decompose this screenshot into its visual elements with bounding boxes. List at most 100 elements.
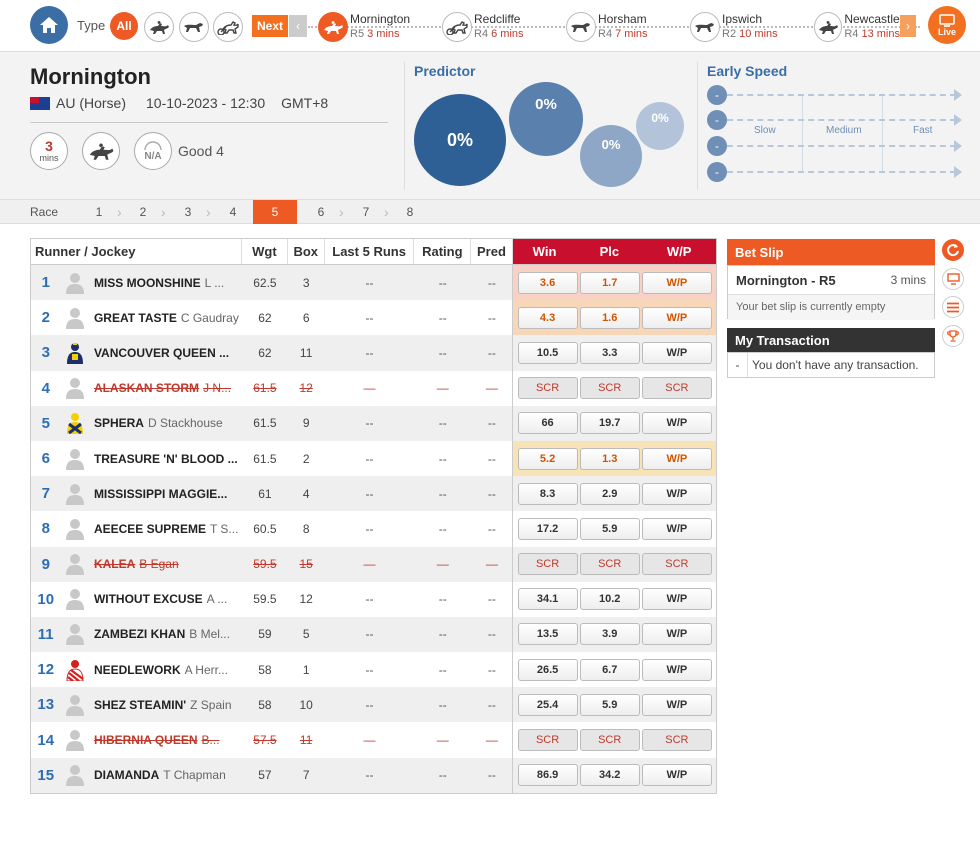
tab-race-7[interactable]: 7	[349, 200, 383, 224]
runner-name[interactable]: GREAT TASTE C Gaudray	[90, 311, 242, 325]
type-horse-button[interactable]	[144, 12, 174, 42]
place-odds-button[interactable]: 2.9	[579, 482, 640, 505]
jockey-horse-icon	[814, 12, 843, 42]
win-place-button[interactable]: W/P	[641, 306, 712, 329]
win-odds-button[interactable]: 13.5	[517, 623, 578, 646]
home-button[interactable]	[30, 6, 68, 44]
win-place-button[interactable]: W/P	[641, 517, 712, 540]
tab-race-6[interactable]: 6	[304, 200, 338, 224]
win-odds-button[interactable]: 26.5	[517, 658, 578, 681]
runner-name[interactable]: ALASKAN STORM J N...	[90, 381, 242, 395]
win-odds-button[interactable]: 8.3	[517, 482, 578, 505]
place-odds-button[interactable]: 6.7	[579, 658, 640, 681]
win-odds-button[interactable]: 66	[517, 412, 578, 435]
type-greyhound-button[interactable]	[179, 12, 209, 42]
silk-icon	[60, 483, 89, 505]
runner-name[interactable]: MISS MOONSHINE L ...	[90, 276, 242, 290]
place-odds-button[interactable]: 5.9	[579, 517, 640, 540]
list-button[interactable]	[942, 296, 964, 318]
place-odds-button[interactable]: 34.2	[579, 764, 640, 787]
runner-rating: --	[438, 662, 447, 677]
win-place-button[interactable]: W/P	[641, 447, 712, 470]
win-place-button[interactable]: W/P	[641, 658, 712, 681]
odds-cell: 25.4 5.9 W/P	[512, 687, 716, 723]
refresh-button[interactable]	[942, 239, 964, 261]
win-place-button[interactable]: W/P	[641, 271, 712, 294]
runner-name[interactable]: SPHERA D Stackhouse	[90, 416, 242, 430]
place-odds-button[interactable]: 1.3	[579, 447, 640, 470]
prev-arrow-button[interactable]: ‹	[289, 15, 307, 37]
win-place-button[interactable]: W/P	[641, 623, 712, 646]
col-wp: W/P	[642, 239, 716, 264]
jockey-name: C Gaudray	[180, 310, 239, 325]
odds-cell: 66 19.7 W/P	[512, 405, 716, 441]
win-odds-button[interactable]: 4.3	[517, 306, 578, 329]
nav-race-mornington[interactable]: Mornington R5 3 mins	[318, 8, 410, 46]
runner-name[interactable]: HIBERNIA QUEEN B...	[90, 733, 242, 747]
predictor-bubble: 0%	[636, 102, 684, 150]
win-place-button[interactable]: SCR	[641, 729, 712, 752]
nav-race-newcastle[interactable]: Newcastle R4 13 mins	[814, 8, 900, 46]
runner-weight: 62	[258, 345, 272, 360]
tab-race-5[interactable]: 5	[253, 200, 297, 224]
nav-race-redcliffe[interactable]: Redcliffe R4 6 mins	[442, 8, 524, 46]
win-place-button[interactable]: SCR	[641, 553, 712, 576]
runner-name[interactable]: NEEDLEWORK A Herr...	[90, 663, 242, 677]
runner-name[interactable]: VANCOUVER QUEEN ...	[90, 346, 242, 360]
win-odds-button[interactable]: SCR	[517, 553, 578, 576]
nav-race-horsham[interactable]: Horsham R4 7 mins	[566, 8, 648, 46]
runner-name[interactable]: KALEA B Egan	[90, 557, 242, 571]
odds-cell: 34.1 10.2 W/P	[512, 581, 716, 617]
runner-name[interactable]: SHEZ STEAMIN' Z Spain	[90, 698, 242, 712]
win-odds-button[interactable]: 86.9	[517, 764, 578, 787]
runner-name[interactable]: MISSISSIPPI MAGGIE...	[90, 487, 242, 501]
runner-name[interactable]: ZAMBEZI KHAN B Mel...	[90, 627, 242, 641]
win-odds-button[interactable]: 34.1	[517, 588, 578, 611]
nav-race-ipswich[interactable]: Ipswich R2 10 mins	[690, 8, 778, 46]
live-tv-button[interactable]	[942, 268, 964, 290]
win-odds-button[interactable]: 17.2	[517, 517, 578, 540]
place-odds-button[interactable]: 1.7	[579, 271, 640, 294]
win-place-button[interactable]: W/P	[641, 693, 712, 716]
place-odds-button[interactable]: SCR	[579, 729, 640, 752]
results-button[interactable]	[942, 325, 964, 347]
person-silhouette-icon	[66, 483, 85, 505]
win-place-button[interactable]: W/P	[641, 588, 712, 611]
type-harness-button[interactable]	[213, 12, 243, 42]
win-odds-button[interactable]: 3.6	[517, 271, 578, 294]
place-odds-button[interactable]: 1.6	[579, 306, 640, 329]
place-odds-button[interactable]: SCR	[579, 377, 640, 400]
tab-race-2[interactable]: 2	[126, 200, 160, 224]
place-odds-button[interactable]: SCR	[579, 553, 640, 576]
place-odds-button[interactable]: 5.9	[579, 693, 640, 716]
win-place-button[interactable]: SCR	[641, 377, 712, 400]
tab-race-8[interactable]: 8	[393, 200, 427, 224]
tab-race-1[interactable]: 1	[82, 200, 116, 224]
place-odds-button[interactable]: 10.2	[579, 588, 640, 611]
silk-icon	[60, 342, 89, 364]
tab-race-3[interactable]: 3	[171, 200, 205, 224]
place-odds-button[interactable]: 3.3	[579, 341, 640, 364]
win-place-button[interactable]: W/P	[641, 764, 712, 787]
tab-race-4[interactable]: 4	[216, 200, 250, 224]
win-odds-button[interactable]: 5.2	[517, 447, 578, 470]
runner-name[interactable]: AEECEE SUPREME T S...	[90, 522, 242, 536]
win-place-button[interactable]: W/P	[641, 412, 712, 435]
win-place-button[interactable]: W/P	[641, 341, 712, 364]
win-place-button[interactable]: W/P	[641, 482, 712, 505]
win-odds-button[interactable]: 10.5	[517, 341, 578, 364]
win-odds-button[interactable]: SCR	[517, 377, 578, 400]
runner-number: 1	[41, 274, 50, 292]
live-button[interactable]: Live	[928, 6, 966, 44]
next-arrow-button[interactable]: ›	[900, 15, 916, 37]
next-races-button[interactable]: Next	[252, 15, 288, 37]
runner-name[interactable]: DIAMANDA T Chapman	[90, 768, 242, 782]
place-odds-button[interactable]: 19.7	[579, 412, 640, 435]
runner-name[interactable]: TREASURE 'N' BLOOD ...	[90, 452, 242, 466]
runner-name[interactable]: WITHOUT EXCUSE A ...	[90, 592, 242, 606]
win-odds-button[interactable]: 25.4	[517, 693, 578, 716]
type-all-button[interactable]: All	[110, 12, 138, 40]
type-label: Type	[77, 18, 106, 33]
place-odds-button[interactable]: 3.9	[579, 623, 640, 646]
win-odds-button[interactable]: SCR	[517, 729, 578, 752]
